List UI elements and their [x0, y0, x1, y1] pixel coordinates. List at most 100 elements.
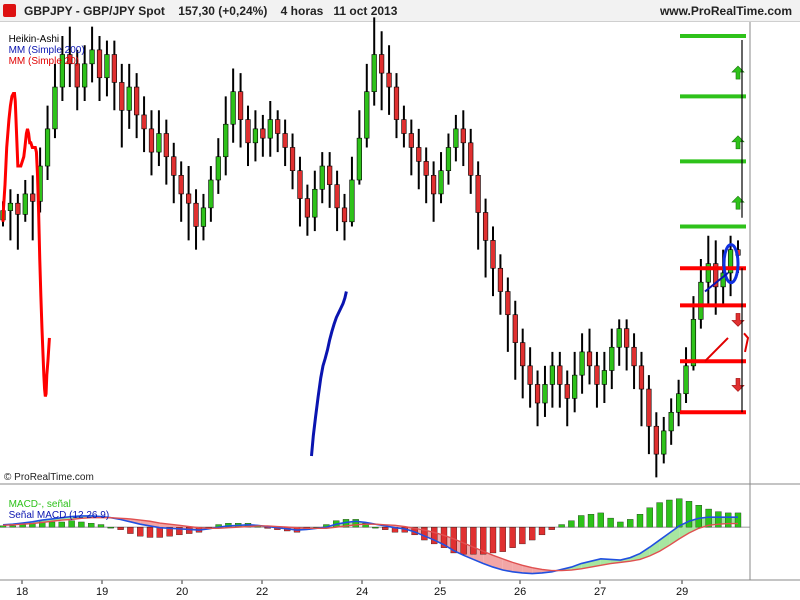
macd-legend: MACD-, señal Señal MACD (12 26 9): [3, 488, 110, 521]
candle-body: [416, 147, 422, 162]
candle-body: [237, 91, 244, 120]
macd-histogram-bar: [146, 526, 154, 538]
date-tick-label: 27: [594, 586, 606, 598]
macd-histogram-bar: [88, 523, 95, 528]
candle-body: [186, 193, 192, 204]
macd-histogram-bar: [156, 526, 163, 538]
candle-body: [297, 170, 303, 199]
candle-body: [460, 128, 466, 144]
candle-body: [490, 240, 496, 269]
macd-histogram-bar: [578, 515, 585, 528]
macd-histogram-bar: [597, 512, 604, 528]
candle-body: [572, 374, 578, 399]
price-chart[interactable]: 159,6159,4159,2159158,8158,6158,4158,215…: [0, 0, 800, 600]
candle-body: [646, 388, 652, 427]
candle-body: [22, 193, 28, 215]
macd-histogram-bar: [725, 512, 732, 528]
candle-body: [74, 63, 80, 88]
date-tick-label: 24: [356, 586, 368, 598]
macd-histogram-bar: [107, 526, 114, 529]
candle-body: [379, 54, 385, 74]
macd-histogram-bar: [627, 519, 634, 528]
macd-histogram-bar: [548, 526, 555, 530]
macd-histogram-bar: [470, 526, 477, 555]
candle-body: [557, 365, 563, 385]
candle-body: [624, 328, 630, 348]
candle-body: [193, 202, 199, 227]
candles-layer: [0, 17, 741, 478]
candle-body: [431, 175, 437, 195]
macd-histogram-bar: [607, 517, 614, 528]
macd-histogram-bar: [460, 526, 467, 555]
macd-histogram-bar: [97, 524, 105, 528]
copyright-label: © ProRealTime.com: [4, 472, 94, 483]
macd-histogram-bar: [538, 526, 546, 536]
date-tick-label: 26: [514, 586, 526, 598]
candle-body: [468, 142, 474, 176]
candle-body: [482, 212, 489, 241]
macd-histogram-bar: [636, 514, 644, 528]
macd-legend-signal: Señal MACD (12 26 9): [8, 510, 110, 521]
macd-panel: 0,50-0,50,17400,0576: [0, 494, 797, 575]
candle-body: [119, 82, 125, 111]
macd-histogram-bar: [656, 502, 663, 528]
candle-body: [423, 161, 429, 176]
candle-body: [527, 365, 533, 385]
date-tick-label: 25: [434, 586, 446, 598]
candle-body: [245, 119, 251, 144]
candle-body: [312, 188, 318, 218]
candle-body: [356, 137, 362, 181]
macd-histogram-bar: [558, 524, 565, 528]
macd-histogram-bar: [372, 526, 379, 529]
candle-body: [252, 128, 259, 144]
candle-body: [616, 328, 622, 348]
candle-body: [304, 198, 310, 218]
candle-body: [676, 393, 682, 413]
legend-mm200: MM (Simple 200): [8, 45, 85, 56]
candle-body: [289, 147, 296, 171]
date-tick-label: 18: [16, 586, 28, 598]
macd-histogram-bar: [509, 526, 516, 548]
candle-body: [564, 384, 570, 399]
candle-body: [542, 384, 548, 404]
macd-histogram-bar: [568, 520, 575, 528]
macd-histogram-bar: [519, 526, 526, 545]
macd-histogram-bar: [382, 526, 389, 530]
candle-body: [334, 184, 340, 209]
candle-body: [638, 365, 645, 390]
macd-histogram-bar: [529, 526, 536, 541]
candle-body: [104, 54, 110, 79]
macd-histogram-bar: [9, 525, 16, 528]
candle-body: [44, 128, 51, 167]
candle-body: [260, 128, 266, 139]
candle-body: [661, 430, 667, 455]
candle-body: [126, 86, 132, 111]
candle-body: [601, 370, 607, 385]
macd-histogram-bar: [734, 512, 742, 528]
candle-body: [690, 319, 697, 367]
macd-histogram-bar: [68, 520, 75, 528]
date-tick-label: 20: [176, 586, 188, 598]
macd-histogram-bar: [676, 498, 683, 528]
date-tick-label: 22: [256, 586, 268, 598]
candle-body: [215, 156, 221, 181]
candle-body: [156, 133, 162, 153]
macd-histogram-bar: [587, 514, 595, 528]
candle-body: [698, 281, 704, 320]
candle-body: [349, 179, 355, 223]
candle-body: [512, 314, 518, 343]
candle-body: [683, 365, 689, 395]
candle-body: [267, 119, 273, 139]
ma20-layer: [1, 92, 51, 397]
candle-body: [386, 72, 392, 88]
candle-body: [141, 114, 147, 130]
candle-body: [275, 119, 281, 134]
legend-mm20: MM (Simple 20): [8, 56, 80, 67]
macd-histogram-bar: [137, 526, 144, 537]
candle-body: [223, 123, 229, 158]
macd-histogram-bar: [666, 499, 673, 528]
macd-histogram-bar: [695, 505, 702, 528]
macd-histogram-bar: [127, 526, 134, 534]
candle-body: [200, 207, 207, 227]
candle-body: [282, 133, 288, 148]
